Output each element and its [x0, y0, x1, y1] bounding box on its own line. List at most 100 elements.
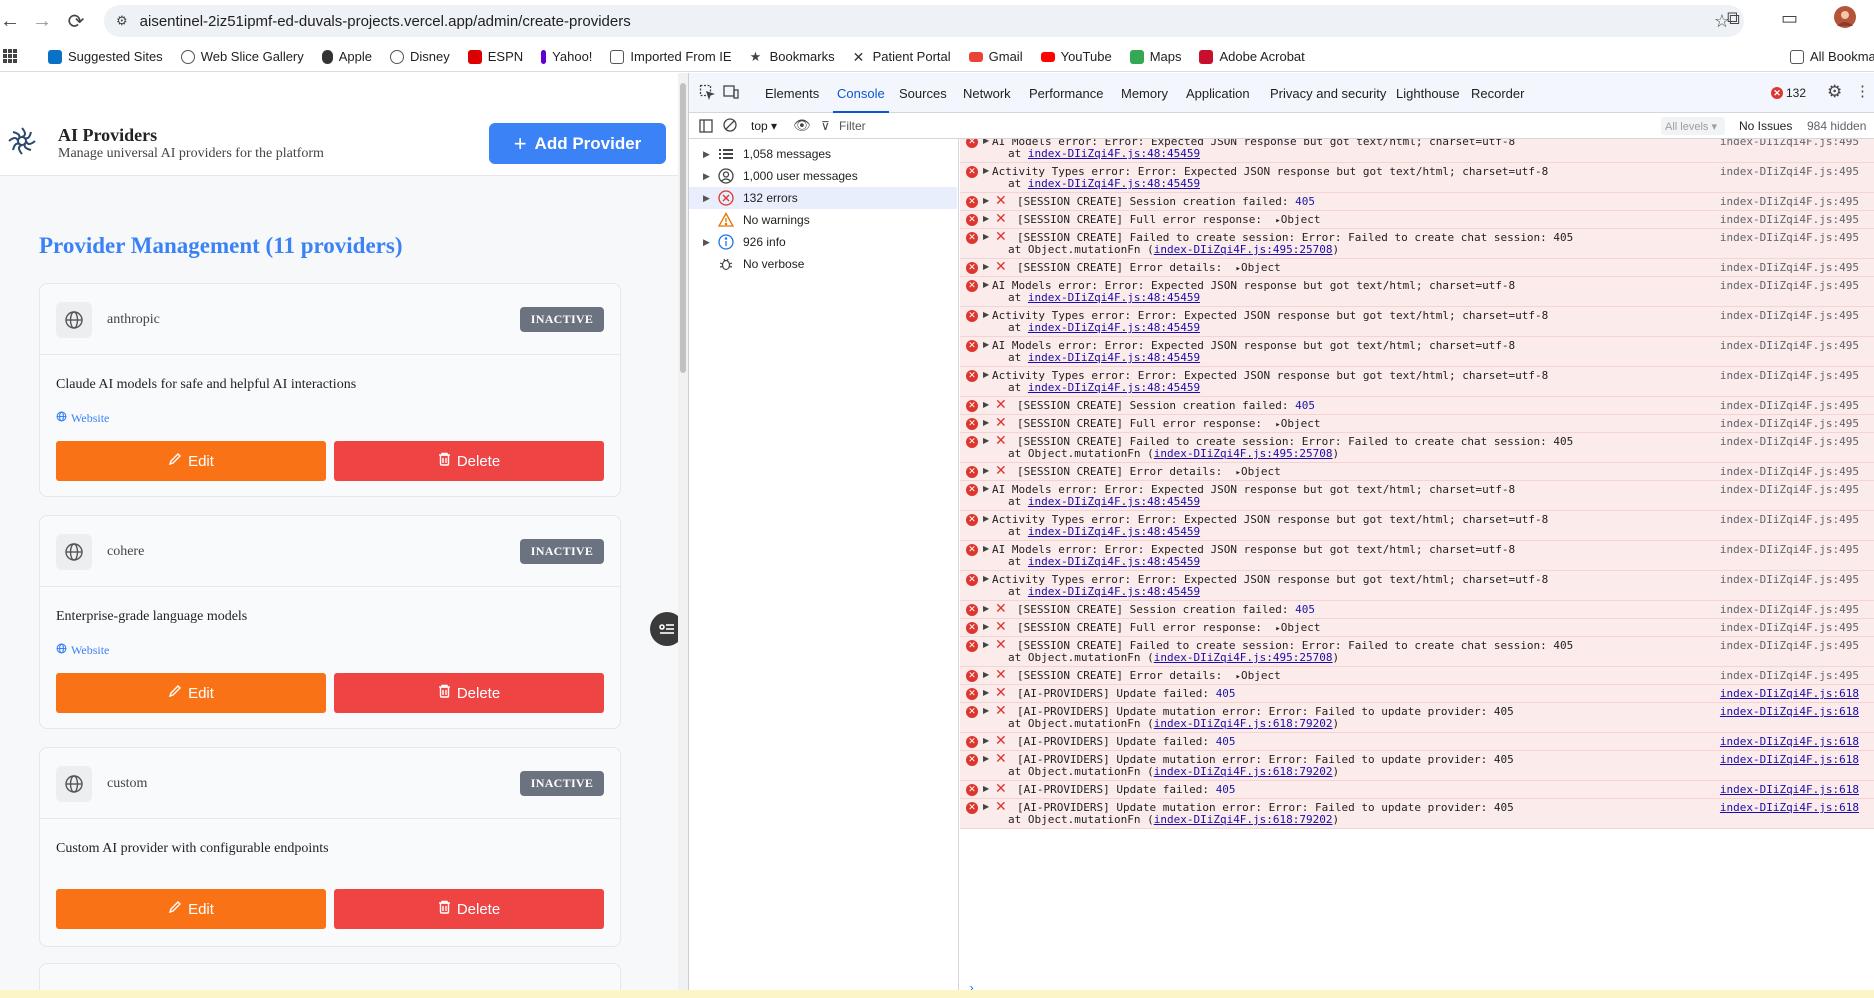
message-source-link[interactable]: index-DIiZqi4F.js:495	[1720, 369, 1859, 382]
sidebar-item-info[interactable]: ▶ 926 info	[689, 231, 957, 253]
sidebar-item-user-messages[interactable]: ▶ 1,000 user messages	[689, 165, 957, 187]
more-options-icon[interactable]: ⋮	[1855, 82, 1870, 100]
bookmark-suggested-sites[interactable]: Suggested Sites	[48, 49, 163, 64]
message-source-link[interactable]: index-DIiZqi4F.js:618	[1720, 801, 1859, 814]
message-source-link[interactable]: index-DIiZqi4F.js:495	[1720, 165, 1859, 178]
console-error-message[interactable]: ✕ ▶ ✕ [AI-PROVIDERS] Update mutation error:…	[960, 751, 1874, 781]
stack-source-link[interactable]: index-DIiZqi4F.js:48:45459	[1028, 351, 1200, 364]
expand-triangle-icon[interactable]: ▶	[983, 166, 989, 175]
expand-triangle-icon[interactable]: ▶	[703, 237, 710, 248]
message-source-link[interactable]: index-DIiZqi4F.js:495	[1720, 603, 1859, 616]
stack-source-link[interactable]: index-DIiZqi4F.js:618:79202	[1154, 765, 1333, 778]
message-source-link[interactable]: index-DIiZqi4F.js:495	[1720, 213, 1859, 226]
edit-button[interactable]: Edit	[56, 889, 326, 929]
expand-triangle-icon[interactable]: ▶	[983, 544, 989, 553]
edit-button[interactable]: Edit	[56, 673, 326, 713]
console-error-message[interactable]: ✕ ▶ ✕ [AI-PROVIDERS] Update failed: 405 inde…	[960, 781, 1874, 799]
expand-triangle-icon[interactable]: ▶	[983, 262, 989, 271]
cast-icon[interactable]: ▭	[1781, 8, 1798, 29]
object-preview[interactable]: Object	[1241, 669, 1281, 682]
tab-recorder[interactable]: Recorder	[1471, 86, 1524, 101]
console-error-message[interactable]: ✕ ▶ AI Models error: Error: Expected JSON …	[960, 337, 1874, 367]
message-source-link[interactable]: index-DIiZqi4F.js:495	[1720, 543, 1859, 556]
website-link[interactable]: Website	[56, 411, 109, 426]
console-error-message[interactable]: ✕ ▶ ✕ [SESSION CREATE] Error details: ▸Obje…	[960, 259, 1874, 277]
console-error-message[interactable]: ✕ ▶ Activity Types error: Error: Expected …	[960, 571, 1874, 601]
message-source-link[interactable]: index-DIiZqi4F.js:495	[1720, 231, 1859, 244]
console-error-message[interactable]: ✕ ▶ AI Models error: Error: Expected JSON …	[960, 139, 1874, 163]
stack-source-link[interactable]: index-DIiZqi4F.js:495:25708	[1154, 243, 1333, 256]
forward-icon[interactable]: →	[26, 5, 58, 37]
tab-performance[interactable]: Performance	[1029, 86, 1103, 101]
scrollbar-thumb[interactable]	[680, 83, 686, 373]
message-source-link[interactable]: index-DIiZqi4F.js:495	[1720, 339, 1859, 352]
expand-triangle-icon[interactable]: ▶	[983, 232, 989, 241]
extensions-icon[interactable]: ⧉	[1727, 8, 1740, 29]
live-expression-eye-icon[interactable]: 👁	[793, 117, 811, 134]
expand-triangle-icon[interactable]: ▶	[983, 196, 989, 205]
expand-triangle-icon[interactable]: ▶	[983, 670, 989, 679]
expand-triangle-icon[interactable]: ▶	[983, 214, 989, 223]
stack-source-link[interactable]: index-DIiZqi4F.js:618:79202	[1154, 813, 1333, 826]
stack-source-link[interactable]: index-DIiZqi4F.js:48:45459	[1028, 495, 1200, 508]
console-error-message[interactable]: ✕ ▶ AI Models error: Error: Expected JSON …	[960, 481, 1874, 511]
tab-console[interactable]: Console	[833, 86, 889, 113]
context-selector[interactable]: top ▾	[751, 119, 777, 133]
expand-triangle-icon[interactable]: ▶	[983, 466, 989, 475]
edit-button[interactable]: Edit	[56, 441, 326, 481]
issues-counter[interactable]: No Issues	[1739, 119, 1792, 133]
stack-source-link[interactable]: index-DIiZqi4F.js:48:45459	[1028, 291, 1200, 304]
sidebar-item-messages[interactable]: ▶ 1,058 messages	[689, 143, 957, 165]
bookmark-bookmarks[interactable]: ★ Bookmarks	[750, 49, 835, 64]
address-bar[interactable]: ⚙ aisentinel-2iz51ipmf-ed-duvals-project…	[104, 5, 1744, 37]
expand-triangle-icon[interactable]: ▶	[983, 310, 989, 319]
object-preview[interactable]: Object	[1281, 621, 1321, 634]
console-error-message[interactable]: ✕ ▶ ✕ [AI-PROVIDERS] Update mutation error:…	[960, 799, 1874, 829]
delete-button[interactable]: Delete	[334, 441, 604, 481]
reload-icon[interactable]: ⟳	[60, 5, 92, 37]
expand-triangle-icon[interactable]: ▶	[983, 436, 989, 445]
bookmark-web-slice-gallery[interactable]: Web Slice Gallery	[180, 49, 304, 64]
message-source-link[interactable]: index-DIiZqi4F.js:495	[1720, 279, 1859, 292]
stack-source-link[interactable]: index-DIiZqi4F.js:48:45459	[1028, 525, 1200, 538]
delete-button[interactable]: Delete	[334, 889, 604, 929]
log-levels-dropdown[interactable]: All levels ▾	[1661, 117, 1725, 135]
expand-triangle-icon[interactable]: ▶	[983, 370, 989, 379]
object-preview[interactable]: Object	[1281, 417, 1321, 430]
expand-triangle-icon[interactable]: ▶	[983, 622, 989, 631]
console-error-message[interactable]: ✕ ▶ ✕ [SESSION CREATE] Full error response:…	[960, 211, 1874, 229]
stack-source-link[interactable]: index-DIiZqi4F.js:48:45459	[1028, 321, 1200, 334]
expand-triangle-icon[interactable]: ▶	[983, 514, 989, 523]
message-source-link[interactable]: index-DIiZqi4F.js:618	[1720, 735, 1859, 748]
expand-triangle-icon[interactable]: ▶	[703, 149, 710, 160]
expand-triangle-icon[interactable]: ▶	[983, 139, 989, 145]
sidebar-item-verbose[interactable]: No verbose	[689, 253, 957, 275]
bookmark-maps[interactable]: Maps	[1129, 49, 1181, 64]
error-counter[interactable]: ✕ 132	[1771, 86, 1806, 100]
settings-gear-icon[interactable]: ⚙	[1827, 82, 1842, 102]
tab-memory[interactable]: Memory	[1121, 86, 1168, 101]
message-source-link[interactable]: index-DIiZqi4F.js:618	[1720, 783, 1859, 796]
object-preview[interactable]: Object	[1281, 213, 1321, 226]
console-error-message[interactable]: ✕ ▶ ✕ [AI-PROVIDERS] Update mutation error:…	[960, 703, 1874, 733]
expand-triangle-icon[interactable]: ▶	[983, 736, 989, 745]
stack-source-link[interactable]: index-DIiZqi4F.js:48:45459	[1028, 555, 1200, 568]
message-source-link[interactable]: index-DIiZqi4F.js:495	[1720, 483, 1859, 496]
console-error-message[interactable]: ✕ ▶ ✕ [SESSION CREATE] Error details: ▸Obje…	[960, 667, 1874, 685]
stack-source-link[interactable]: index-DIiZqi4F.js:48:45459	[1028, 585, 1200, 598]
console-error-message[interactable]: ✕ ▶ ✕ [AI-PROVIDERS] Update failed: 405 inde…	[960, 685, 1874, 703]
website-link[interactable]: Website	[56, 643, 109, 658]
console-error-message[interactable]: ✕ ▶ ✕ [SESSION CREATE] Failed to create ses…	[960, 637, 1874, 667]
sidebar-item-warnings[interactable]: No warnings	[689, 209, 957, 231]
expand-triangle-icon[interactable]: ▶	[983, 802, 989, 811]
bookmark-gmail[interactable]: Gmail	[968, 49, 1023, 64]
bookmark-patient-portal[interactable]: ✕ Patient Portal	[853, 49, 951, 64]
filter-input[interactable]: Filter	[839, 119, 866, 133]
console-error-message[interactable]: ✕ ▶ ✕ [SESSION CREATE] Session creation fai…	[960, 397, 1874, 415]
expand-triangle-icon[interactable]: ▶	[983, 484, 989, 493]
console-error-message[interactable]: ✕ ▶ ✕ [SESSION CREATE] Session creation fai…	[960, 193, 1874, 211]
message-source-link[interactable]: index-DIiZqi4F.js:495	[1720, 261, 1859, 274]
stack-source-link[interactable]: index-DIiZqi4F.js:48:45459	[1028, 381, 1200, 394]
message-source-link[interactable]: index-DIiZqi4F.js:495	[1720, 399, 1859, 412]
apps-grid-icon[interactable]	[3, 49, 17, 66]
